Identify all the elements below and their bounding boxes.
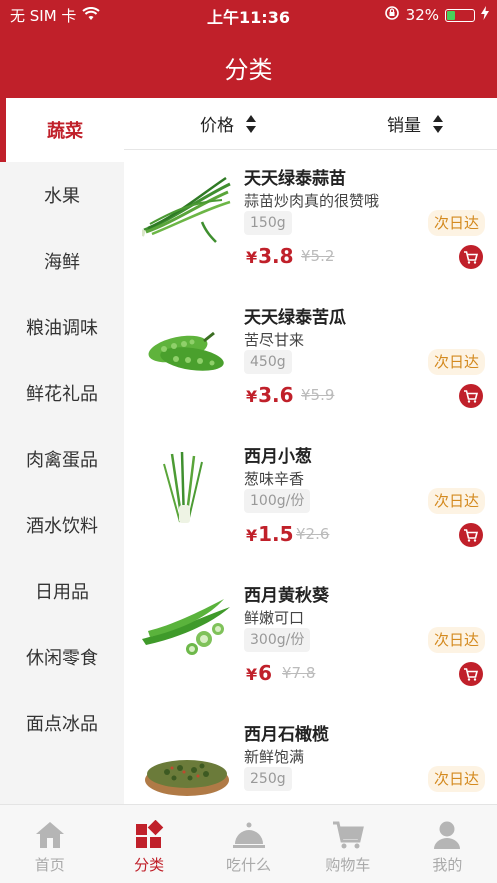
add-to-cart-button[interactable] [459, 662, 483, 686]
delivery-badge: 次日达 [427, 766, 485, 792]
bottom-tab-bar: 首页 分类 吃什么 购物车 我的 [0, 804, 497, 883]
herb-basket-image [142, 728, 232, 803]
garlic-sprout-image [140, 172, 232, 247]
tab-cart[interactable]: 购物车 [298, 805, 397, 883]
tab-home-label: 首页 [34, 856, 65, 874]
tab-mine-label: 我的 [432, 856, 463, 874]
sidebar-item-pastry-frozen[interactable]: 面点冰品 [0, 690, 124, 756]
product-name: 西月黄秋葵 [244, 586, 329, 606]
sidebar-item-daily-goods[interactable]: 日用品 [0, 558, 124, 624]
sort-bar: 价格 销量 [124, 98, 497, 150]
delivery-badge: 次日达 [427, 627, 485, 653]
tab-what-to-eat[interactable]: 吃什么 [199, 805, 298, 883]
category-sidebar: 蔬菜 水果 海鲜 粮油调味 鲜花礼品 肉禽蛋品 酒水饮料 日用品 休闲零食 面点… [0, 98, 124, 804]
add-to-cart-button[interactable] [459, 523, 483, 547]
product-desc: 鲜嫩可口 [244, 609, 305, 627]
cloche-icon [232, 819, 266, 851]
delivery-badge: 次日达 [427, 349, 485, 375]
product-card[interactable]: 天天绿泰蒜苗 蒜苗炒肉真的很赞哦 150g ¥3.8 ¥5.2 次日达 [124, 150, 497, 289]
tab-home[interactable]: 首页 [0, 805, 99, 883]
product-name: 西月小葱 [244, 447, 312, 467]
okra-image [142, 589, 232, 664]
sort-arrows-icon [433, 114, 443, 134]
product-desc: 苦尽甘来 [244, 331, 305, 349]
cart-icon [464, 389, 478, 403]
product-card[interactable]: 西月黄秋葵 鲜嫩可口 300g/份 ¥6 ¥7.8 次日达 [124, 567, 497, 706]
sort-arrows-icon [246, 114, 256, 134]
battery-icon [445, 8, 475, 22]
sidebar-item-vegetables[interactable]: 蔬菜 [0, 98, 124, 162]
add-to-cart-button[interactable] [459, 245, 483, 269]
rotation-lock-icon [384, 5, 400, 25]
cart-icon [331, 819, 365, 851]
product-desc: 葱味辛香 [244, 470, 305, 488]
delivery-badge: 次日达 [427, 210, 485, 236]
product-name: 西月石橄榄 [244, 725, 329, 745]
user-icon [430, 819, 464, 851]
sidebar-item-grain-oil[interactable]: 粮油调味 [0, 294, 124, 360]
product-price: ¥1.5 [246, 522, 294, 546]
cart-icon [464, 250, 478, 264]
page-title: 分类 [224, 56, 273, 84]
product-desc: 蒜苗炒肉真的很赞哦 [244, 192, 380, 210]
sidebar-item-snacks[interactable]: 休闲零食 [0, 624, 124, 690]
delivery-badge: 次日达 [427, 488, 485, 514]
tab-category-label: 分类 [134, 856, 165, 874]
sort-by-sales[interactable]: 销量 [387, 111, 443, 136]
sidebar-item-flowers-gifts[interactable]: 鲜花礼品 [0, 360, 124, 426]
product-spec: 100g/份 [244, 489, 311, 513]
add-to-cart-button[interactable] [459, 384, 483, 408]
tab-cart-label: 购物车 [325, 856, 371, 874]
product-price: ¥6 [246, 661, 273, 685]
product-original-price: ¥7.8 [282, 664, 316, 682]
sort-price-label: 价格 [200, 116, 234, 136]
product-card[interactable]: 西月石橄榄 新鲜饱满 250g 次日达 [124, 706, 497, 804]
app-screen: 无 SIM 卡 上午11:36 32% 分类 蔬菜 水果 海鲜 粮油调味 鲜花礼… [0, 0, 497, 883]
product-name: 天天绿泰苦瓜 [244, 308, 346, 328]
product-list: 天天绿泰蒜苗 蒜苗炒肉真的很赞哦 150g ¥3.8 ¥5.2 次日达 天天绿泰… [124, 150, 497, 804]
product-price: ¥3.8 [246, 244, 294, 268]
sidebar-item-drinks[interactable]: 酒水饮料 [0, 492, 124, 558]
product-desc: 新鲜饱满 [244, 748, 305, 766]
header-bar: 无 SIM 卡 上午11:36 32% 分类 [0, 0, 497, 98]
product-original-price: ¥5.9 [301, 386, 335, 404]
scallion-image [142, 450, 232, 525]
home-icon [33, 819, 67, 851]
product-spec: 150g [244, 211, 292, 235]
product-price: ¥3.6 [246, 383, 294, 407]
category-icon [132, 819, 166, 851]
sort-by-price[interactable]: 价格 [200, 111, 256, 136]
tab-mine[interactable]: 我的 [398, 805, 497, 883]
product-spec: 250g [244, 767, 292, 791]
product-original-price: ¥2.6 [296, 525, 330, 543]
charging-icon [481, 6, 489, 24]
product-spec: 300g/份 [244, 628, 311, 652]
tab-category[interactable]: 分类 [99, 805, 198, 883]
tab-what-to-eat-label: 吃什么 [226, 856, 272, 874]
sidebar-item-seafood[interactable]: 海鲜 [0, 228, 124, 294]
sidebar-item-meat-eggs[interactable]: 肉禽蛋品 [0, 426, 124, 492]
sort-sales-label: 销量 [387, 116, 421, 136]
product-card[interactable]: 西月小葱 葱味辛香 100g/份 ¥1.5 ¥2.6 次日达 [124, 428, 497, 567]
battery-percent: 32% [405, 6, 439, 24]
product-spec: 450g [244, 350, 292, 374]
product-original-price: ¥5.2 [301, 247, 335, 265]
cart-icon [464, 528, 478, 542]
bitter-melon-image [142, 311, 232, 386]
product-card[interactable]: 天天绿泰苦瓜 苦尽甘来 450g ¥3.6 ¥5.9 次日达 [124, 289, 497, 428]
product-name: 天天绿泰蒜苗 [244, 169, 346, 189]
status-bar: 无 SIM 卡 上午11:36 32% [0, 0, 497, 28]
cart-icon [464, 667, 478, 681]
sidebar-item-fruit[interactable]: 水果 [0, 162, 124, 228]
